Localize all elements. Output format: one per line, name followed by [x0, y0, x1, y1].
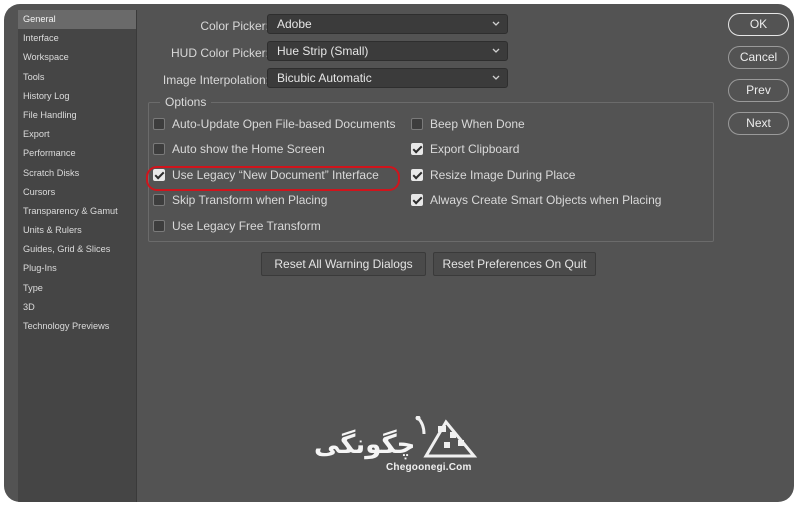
- watermark: چگونگی Chegoonegi.Com: [314, 416, 494, 486]
- image-interpolation-label: Image Interpolation:: [162, 73, 269, 87]
- color-picker-select[interactable]: Adobe: [267, 14, 508, 34]
- cancel-button[interactable]: Cancel: [728, 46, 789, 69]
- option-label: Use Legacy Free Transform: [172, 219, 321, 233]
- sidebar-item[interactable]: File Handling: [18, 106, 136, 125]
- sidebar-item[interactable]: History Log: [18, 87, 136, 106]
- preferences-dialog: General Interface Workspace Tools History Lo…: [4, 4, 794, 502]
- checkbox-unchecked-icon[interactable]: [153, 143, 165, 155]
- option-checkbox-row[interactable]: Beep When Done: [411, 116, 525, 132]
- sidebar-item[interactable]: Tools: [18, 68, 136, 87]
- image-interpolation-row: Image Interpolation:: [144, 70, 269, 92]
- sidebar-item[interactable]: Transparency & Gamut: [18, 202, 136, 221]
- next-button[interactable]: Next: [728, 112, 789, 135]
- color-picker-label: Color Picker:: [200, 19, 269, 33]
- chevron-down-icon: [492, 75, 500, 80]
- watermark-brand: چگونگی: [314, 430, 416, 460]
- color-picker-value: Adobe: [277, 17, 312, 31]
- option-checkbox-row[interactable]: Auto-Update Open File-based Documents: [153, 116, 395, 132]
- option-label: Skip Transform when Placing: [172, 193, 328, 207]
- hud-color-picker-value: Hue Strip (Small): [277, 44, 369, 58]
- color-picker-row: Color Picker:: [144, 16, 269, 38]
- sidebar-item[interactable]: 3D: [18, 298, 136, 317]
- sidebar-item[interactable]: Guides, Grid & Slices: [18, 240, 136, 259]
- image-interpolation-select[interactable]: Bicubic Automatic: [267, 68, 508, 88]
- sidebar-item[interactable]: Plug-Ins: [18, 259, 136, 278]
- checkbox-checked-icon[interactable]: [411, 143, 423, 155]
- hud-color-picker-row: HUD Color Picker:: [144, 43, 269, 65]
- sidebar-item[interactable]: Workspace: [18, 48, 136, 67]
- checkbox-unchecked-icon[interactable]: [153, 194, 165, 206]
- hud-color-picker-select[interactable]: Hue Strip (Small): [267, 41, 508, 61]
- option-label: Always Create Smart Objects when Placing: [430, 193, 662, 207]
- checkbox-checked-icon[interactable]: [411, 169, 423, 181]
- sidebar-item[interactable]: General: [18, 10, 136, 30]
- options-group-title: Options: [160, 94, 212, 110]
- chevron-down-icon: [492, 21, 500, 26]
- sidebar-item[interactable]: Interface: [18, 29, 136, 48]
- option-label: Auto-Update Open File-based Documents: [172, 117, 396, 131]
- option-label: Auto show the Home Screen: [172, 142, 325, 156]
- option-label: Beep When Done: [430, 117, 525, 131]
- sidebar-item[interactable]: Scratch Disks: [18, 164, 136, 183]
- option-label: Resize Image During Place: [430, 168, 576, 182]
- option-checkbox-row[interactable]: Export Clipboard: [411, 141, 519, 157]
- reset-preferences-button[interactable]: Reset Preferences On Quit: [433, 252, 596, 276]
- ok-button[interactable]: OK: [728, 13, 789, 36]
- option-checkbox-row[interactable]: Auto show the Home Screen: [153, 141, 325, 157]
- checkbox-unchecked-icon[interactable]: [153, 220, 165, 232]
- checkbox-checked-icon[interactable]: [411, 194, 423, 206]
- sidebar-item[interactable]: Performance: [18, 144, 136, 163]
- option-checkbox-row[interactable]: Resize Image During Place: [411, 167, 575, 183]
- highlight-ring: [146, 166, 400, 191]
- sidebar-item[interactable]: Export: [18, 125, 136, 144]
- preferences-sidebar: General Interface Workspace Tools History Lo…: [18, 10, 137, 502]
- option-checkbox-row[interactable]: Always Create Smart Objects when Placing: [411, 192, 661, 208]
- reset-warning-dialogs-button[interactable]: Reset All Warning Dialogs: [261, 252, 426, 276]
- watermark-url: Chegoonegi.Com: [386, 462, 472, 473]
- sidebar-item[interactable]: Cursors: [18, 183, 136, 202]
- sidebar-item[interactable]: Type: [18, 279, 136, 298]
- checkbox-unchecked-icon[interactable]: [153, 118, 165, 130]
- chevron-down-icon: [492, 48, 500, 53]
- checkbox-unchecked-icon[interactable]: [411, 118, 423, 130]
- option-checkbox-row[interactable]: Skip Transform when Placing: [153, 192, 327, 208]
- sidebar-item[interactable]: Units & Rulers: [18, 221, 136, 240]
- option-checkbox-row[interactable]: Use Legacy Free Transform: [153, 218, 321, 234]
- sidebar-item[interactable]: Technology Previews: [18, 317, 136, 336]
- hud-color-picker-label: HUD Color Picker:: [170, 46, 269, 60]
- image-interpolation-value: Bicubic Automatic: [277, 71, 372, 85]
- option-label: Export Clipboard: [430, 142, 520, 156]
- prev-button[interactable]: Prev: [728, 79, 789, 102]
